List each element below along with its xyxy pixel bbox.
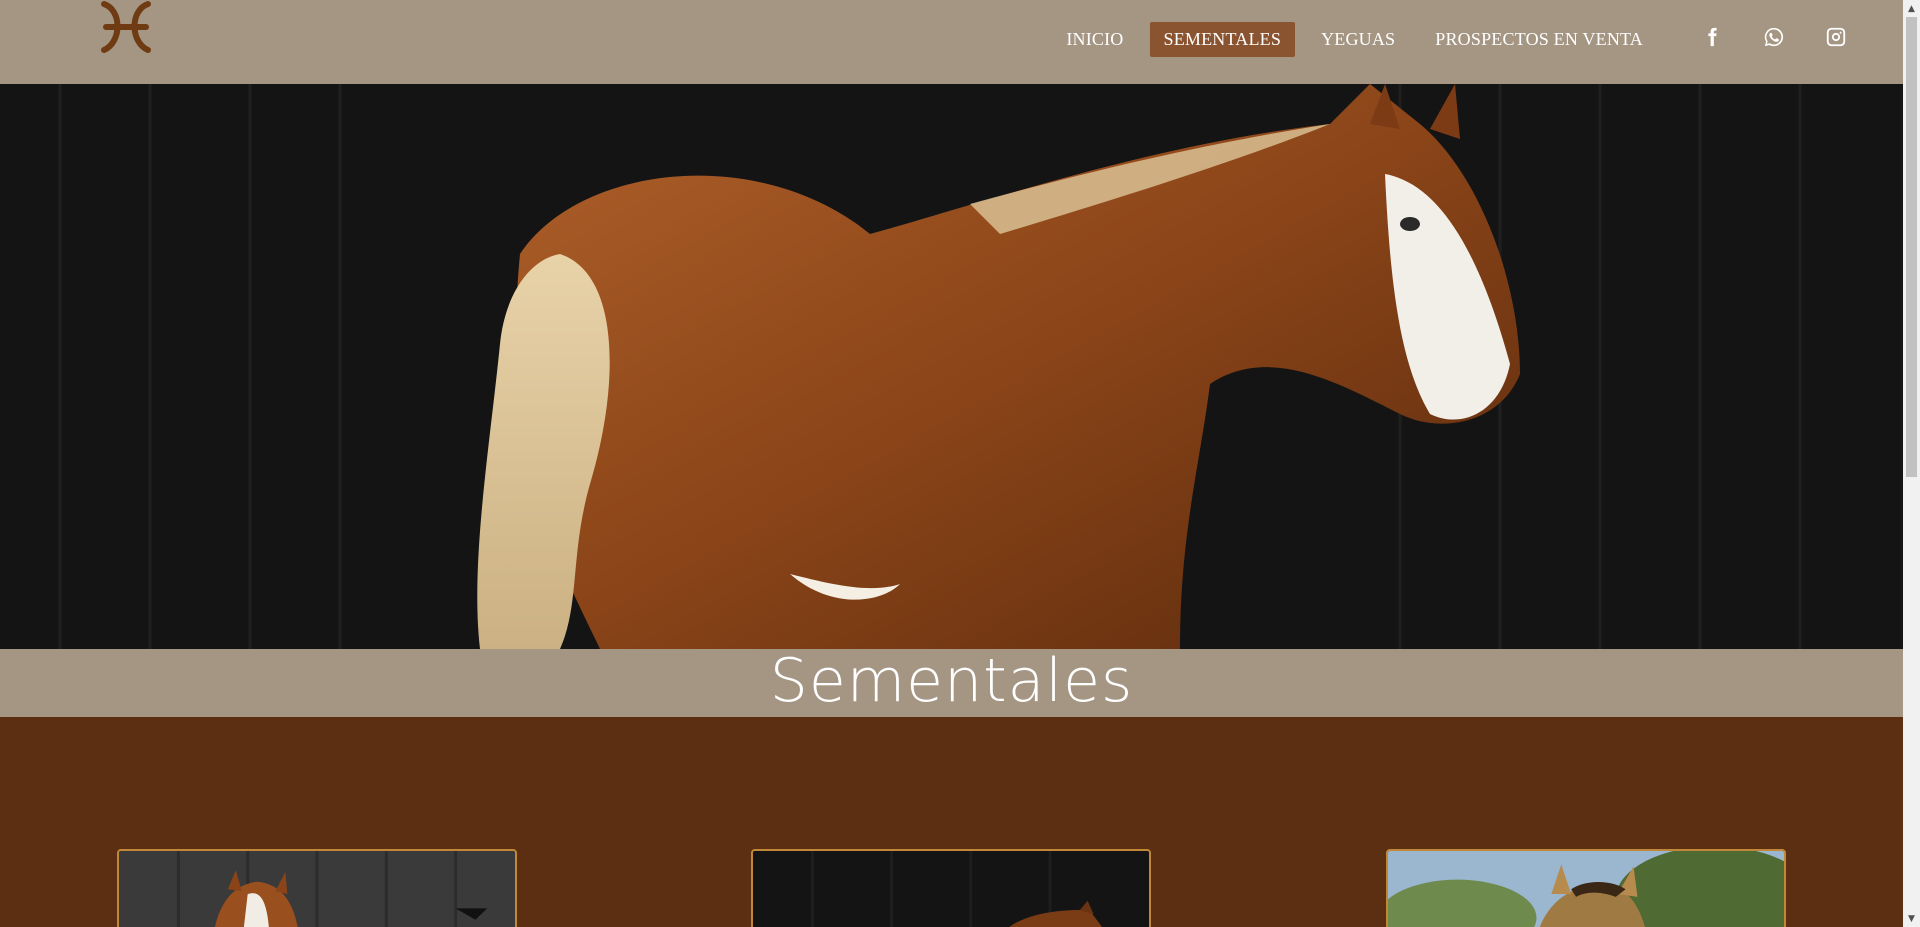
card-photo [119, 851, 515, 927]
stallion-card[interactable] [751, 849, 1151, 927]
hero-image [0, 84, 1903, 649]
nav-yeguas[interactable]: YEGUAS [1307, 22, 1409, 57]
page-title-band: Sementales [0, 646, 1903, 717]
logo[interactable] [96, 0, 156, 56]
nav-inicio[interactable]: INICIO [1052, 22, 1137, 57]
facebook-icon[interactable] [1697, 22, 1727, 52]
card-photo [753, 851, 1149, 927]
site-header: INICIO SEMENTALES YEGUAS PROSPECTOS EN V… [0, 0, 1903, 84]
scrollbar-thumb[interactable] [1906, 17, 1917, 477]
scroll-up-arrow-icon[interactable]: ▲ [1903, 0, 1920, 17]
stallion-card[interactable] [117, 849, 517, 927]
stallion-card[interactable] [1386, 849, 1786, 927]
social-links [1681, 22, 1867, 52]
card-photo [1388, 851, 1784, 927]
nav-sementales[interactable]: SEMENTALES [1149, 21, 1296, 57]
vertical-scrollbar[interactable]: ▲ ▼ [1903, 0, 1920, 927]
stallion-cards [0, 717, 1903, 927]
horse-photo [0, 84, 1903, 649]
logo-icon [101, 1, 151, 53]
scroll-down-arrow-icon[interactable]: ▼ [1903, 910, 1920, 927]
whatsapp-icon[interactable] [1759, 22, 1789, 52]
nav-prospectos-en-venta[interactable]: PROSPECTOS EN VENTA [1421, 22, 1657, 57]
page-title: Sementales [769, 646, 1134, 716]
main-nav: INICIO SEMENTALES YEGUAS PROSPECTOS EN V… [1046, 0, 1903, 84]
instagram-icon[interactable] [1821, 22, 1851, 52]
